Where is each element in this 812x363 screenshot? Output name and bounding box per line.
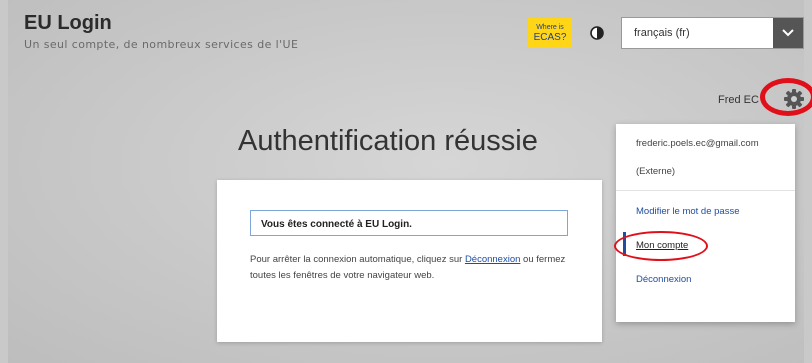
language-select[interactable]: français (fr) (621, 17, 804, 49)
login-notice: Vous êtes connecté à EU Login. (250, 210, 568, 236)
app-subtitle: Un seul compte, de nombreux services de … (24, 38, 299, 51)
user-type: (Externe) (636, 166, 676, 177)
instructions-text-before: Pour arrêter la connexion automatique, c… (250, 254, 465, 265)
change-password-link[interactable]: Modifier le mot de passe (636, 206, 740, 217)
user-dropdown-menu: frederic.poels.ec@gmail.com (Externe) Mo… (616, 124, 795, 322)
language-value: français (fr) (634, 27, 690, 39)
logout-menu-item[interactable]: Déconnexion (636, 274, 691, 285)
page: EU Login Un seul compte, de nombreux ser… (8, 0, 812, 363)
menu-divider (616, 190, 795, 191)
annotation-ellipse-account (614, 231, 708, 261)
user-email: frederic.poels.ec@gmail.com (636, 138, 759, 149)
contrast-icon[interactable] (590, 26, 604, 40)
ecas-line1: Where is (536, 24, 564, 31)
ecas-line2: ECAS? (533, 32, 567, 43)
page-title: Authentification réussie (238, 125, 538, 157)
success-card: Vous êtes connecté à EU Login. Pour arrê… (217, 180, 602, 342)
annotation-circle-gear (760, 78, 812, 116)
logout-link[interactable]: Déconnexion (465, 254, 520, 265)
where-is-ecas-button[interactable]: Where is ECAS? (528, 18, 572, 48)
logout-instructions: Pour arrêter la connexion automatique, c… (250, 252, 580, 284)
chevron-down-icon[interactable] (773, 18, 803, 48)
user-name[interactable]: Fred EC (718, 94, 759, 106)
app-title: EU Login (24, 12, 112, 34)
